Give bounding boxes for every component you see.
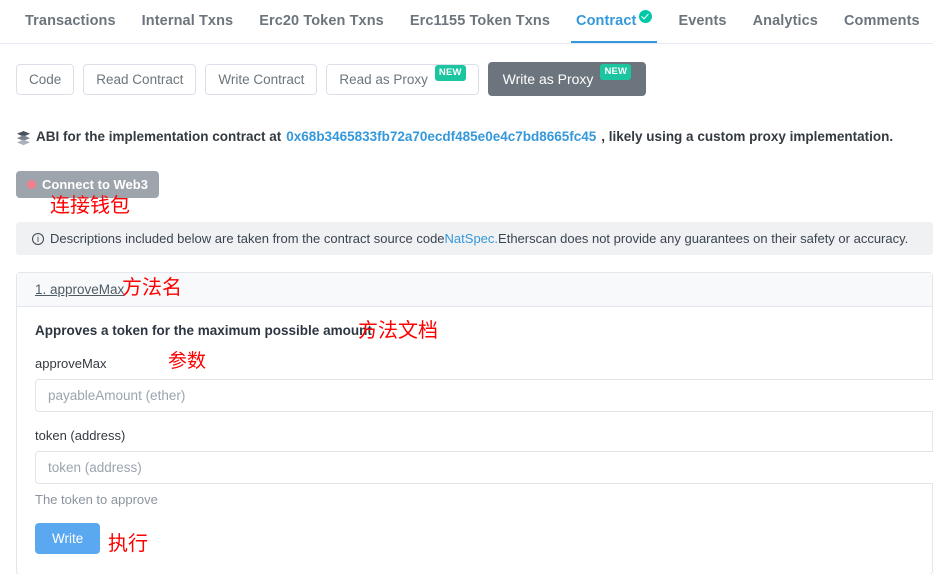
new-badge: NEW bbox=[434, 65, 466, 81]
tab-label: Events bbox=[678, 13, 727, 29]
abi-notice-suffix: , likely using a custom proxy implementa… bbox=[601, 129, 894, 144]
button-label: Read Contract bbox=[96, 71, 184, 87]
field-label-token: token (address) bbox=[35, 428, 126, 443]
tab-label: Contract bbox=[576, 13, 637, 29]
natspec-link[interactable]: NatSpec. bbox=[445, 231, 498, 246]
tab-label: Internal Txns bbox=[141, 13, 234, 29]
button-label: Code bbox=[29, 71, 62, 87]
button-label: Write Contract bbox=[218, 71, 305, 87]
read-as-proxy-button[interactable]: Read as Proxy NEW bbox=[326, 63, 479, 95]
write-as-proxy-button[interactable]: Write as Proxy NEW bbox=[487, 62, 647, 96]
annotation-parameter: 参数 bbox=[168, 350, 207, 372]
tab-label: Transactions bbox=[25, 13, 116, 29]
stack-icon bbox=[16, 130, 31, 146]
tab-label: Analytics bbox=[752, 13, 818, 29]
tab-label: Comments bbox=[843, 13, 920, 29]
annotation-method-doc: 方法文档 bbox=[358, 318, 438, 342]
tab-events[interactable]: Events bbox=[665, 1, 739, 42]
tab-erc1155-token-txns[interactable]: Erc1155 Token Txns bbox=[397, 1, 563, 42]
button-label: Read as Proxy bbox=[339, 71, 428, 87]
contract-mode-button-group: Code Read Contract Write Contract Read a… bbox=[16, 62, 647, 96]
abi-implementation-notice: ABI for the implementation contract at 0… bbox=[16, 129, 894, 146]
function-card-body: Approves a token for the maximum possibl… bbox=[17, 307, 933, 574]
code-button[interactable]: Code bbox=[16, 63, 75, 95]
implementation-address-link[interactable]: 0x68b3465833fb72a70ecdf485e0e4c7bd8665fc… bbox=[286, 129, 596, 144]
payable-amount-input[interactable] bbox=[35, 379, 933, 412]
tab-label: Erc1155 Token Txns bbox=[409, 13, 551, 29]
notice-suffix: Etherscan does not provide any guarantee… bbox=[498, 231, 909, 246]
field-label-approvemax: approveMax bbox=[35, 356, 107, 371]
disconnected-status-icon bbox=[27, 180, 36, 189]
tab-contract[interactable]: Contract bbox=[563, 1, 665, 43]
write-contract-button[interactable]: Write Contract bbox=[205, 63, 318, 95]
tab-comments[interactable]: Comments bbox=[831, 1, 933, 42]
etherscan-contract-page: Transactions Internal Txns Erc20 Token T… bbox=[0, 0, 933, 574]
abi-notice-prefix: ABI for the implementation contract at bbox=[36, 129, 282, 144]
function-card-approvemax: 1. approveMax Approves a token for the m… bbox=[16, 272, 933, 574]
field-help-token: The token to approve bbox=[35, 492, 158, 507]
natspec-notice-bar: i Descriptions included below are taken … bbox=[16, 222, 933, 255]
tab-internal-txns[interactable]: Internal Txns bbox=[129, 1, 247, 42]
tab-erc20-token-txns[interactable]: Erc20 Token Txns bbox=[246, 1, 397, 42]
annotation-method-name: 方法名 bbox=[122, 275, 182, 299]
token-address-input[interactable] bbox=[35, 451, 933, 484]
button-label: Connect to Web3 bbox=[42, 177, 148, 192]
tab-analytics[interactable]: Analytics bbox=[740, 1, 831, 42]
contract-tab-bar: Transactions Internal Txns Erc20 Token T… bbox=[0, 0, 933, 44]
button-label: Write as Proxy bbox=[502, 71, 594, 87]
new-badge: NEW bbox=[600, 64, 632, 80]
function-description: Approves a token for the maximum possibl… bbox=[35, 323, 372, 338]
annotation-execute: 执行 bbox=[108, 531, 148, 555]
tab-label: Erc20 Token Txns bbox=[259, 13, 384, 29]
write-button[interactable]: Write bbox=[35, 523, 101, 554]
annotation-connect-wallet: 连接钱包 bbox=[50, 193, 130, 217]
read-contract-button[interactable]: Read Contract bbox=[83, 63, 197, 95]
verified-check-icon bbox=[639, 10, 653, 23]
tab-transactions[interactable]: Transactions bbox=[12, 1, 129, 42]
function-name-toggle[interactable]: 1. approveMax bbox=[35, 282, 124, 297]
notice-prefix: Descriptions included below are taken fr… bbox=[50, 231, 445, 246]
info-icon: i bbox=[32, 232, 44, 245]
